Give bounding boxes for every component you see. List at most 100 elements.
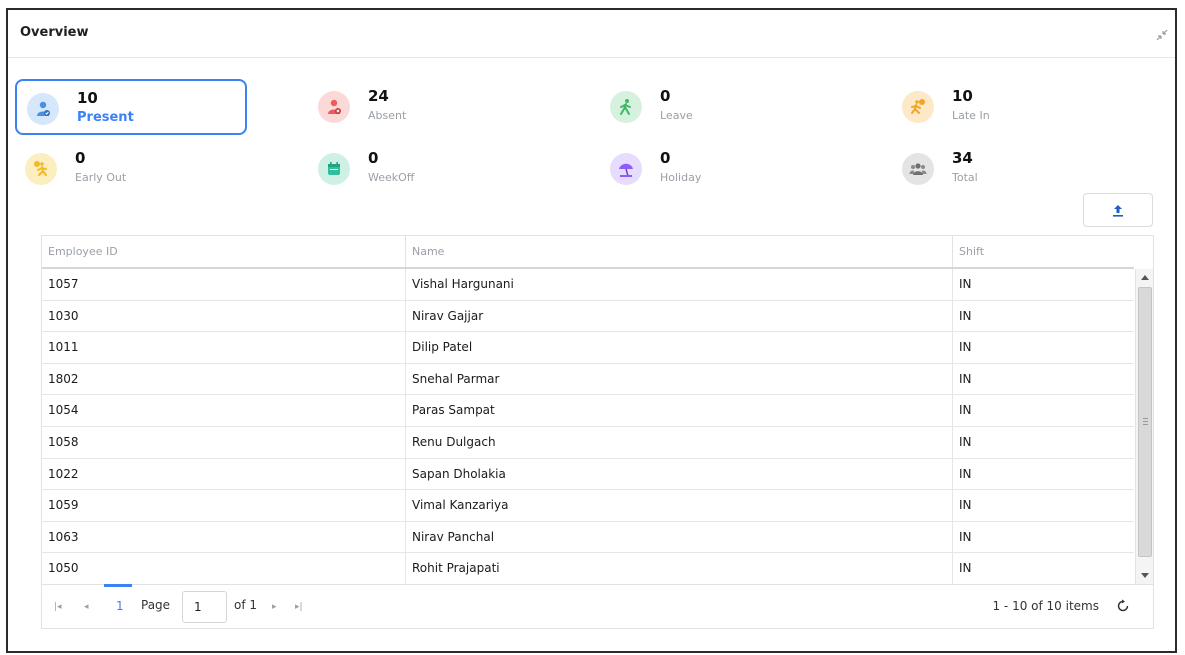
employee-id-cell: 1030 <box>42 300 406 332</box>
previous-page-icon[interactable]: ◂ <box>84 602 89 612</box>
absent-label: Absent <box>368 109 407 122</box>
page-number-input[interactable]: 1 <box>182 591 227 623</box>
holiday-count: 0 <box>660 149 671 167</box>
upload-icon <box>1113 205 1123 217</box>
shift-cell: IN <box>959 340 972 355</box>
present-count: 10 <box>77 89 98 107</box>
weekoff-label: WeekOff <box>368 171 415 184</box>
employee-grid: Employee ID Name Shift 1057 Vishal Hargu… <box>41 235 1154 629</box>
user-x-icon <box>318 91 350 123</box>
employee-id-cell: 1050 <box>42 553 406 584</box>
leave-label: Leave <box>660 109 693 122</box>
shift-cell: IN <box>959 435 972 449</box>
employee-id-cell: 1057 <box>42 269 406 300</box>
name-cell: Vimal Kanzariya <box>406 490 953 522</box>
table-row[interactable]: 1059 Vimal Kanzariya IN <box>42 490 1134 522</box>
table-row[interactable]: 1054 Paras Sampat IN <box>42 395 1134 427</box>
table-row[interactable]: 1022 Sapan Dholakia IN <box>42 458 1134 491</box>
name-cell: Sapan Dholakia <box>406 458 953 490</box>
shift-cell: IN <box>959 529 972 544</box>
refresh-icon[interactable] <box>1116 599 1130 613</box>
present-label: Present <box>77 110 134 125</box>
user-check-icon <box>27 93 59 125</box>
total-label: Total <box>952 171 978 184</box>
employee-id-cell: 1058 <box>42 427 406 458</box>
group-icon <box>902 153 934 185</box>
grid-body: 1057 Vishal Hargunani IN 1030 Nirav Gajj… <box>42 269 1134 584</box>
overview-panel: Overview 10 Present 24 Absent 0 Leave 10… <box>6 8 1177 653</box>
scroll-down-icon[interactable] <box>1141 573 1149 578</box>
panel-title: Overview <box>20 25 89 40</box>
running-person-icon <box>902 91 934 123</box>
table-row[interactable]: 1802 Snehal Parmar IN <box>42 363 1134 396</box>
current-page-button[interactable]: 1 <box>116 599 124 613</box>
employee-id-cell: 1063 <box>42 521 406 553</box>
shift-cell: IN <box>959 277 972 291</box>
table-row[interactable]: 1058 Renu Dulgach IN <box>42 427 1134 459</box>
calendar-icon <box>318 153 350 185</box>
name-cell: Renu Dulgach <box>406 427 953 458</box>
scroll-up-icon[interactable] <box>1141 275 1149 280</box>
table-row[interactable]: 1030 Nirav Gajjar IN <box>42 300 1134 333</box>
scroll-thumb[interactable] <box>1138 287 1152 557</box>
absent-count: 24 <box>368 87 389 105</box>
export-button[interactable] <box>1083 193 1153 227</box>
summary-card-total[interactable]: 34 Total <box>892 141 1124 197</box>
name-cell: Nirav Panchal <box>406 521 953 553</box>
items-summary: 1 - 10 of 10 items <box>992 599 1099 613</box>
vertical-scrollbar[interactable] <box>1135 269 1153 584</box>
panel-header: Overview <box>8 10 1175 58</box>
column-header-shift[interactable]: Shift <box>953 236 1134 267</box>
page-count-label: of 1 <box>234 598 258 612</box>
early-out-count: 0 <box>75 149 86 167</box>
employee-id-cell: 1022 <box>42 458 406 490</box>
next-page-icon[interactable]: ▸ <box>272 602 277 612</box>
table-row[interactable]: 1057 Vishal Hargunani IN <box>42 269 1134 301</box>
first-page-icon[interactable]: |◂ <box>54 602 62 612</box>
summary-card-holiday[interactable]: 0 Holiday <box>600 141 832 197</box>
late-in-label: Late In <box>952 109 990 122</box>
beach-umbrella-icon <box>610 153 642 185</box>
column-header-employee-id[interactable]: Employee ID <box>42 236 406 267</box>
table-row[interactable]: 1011 Dilip Patel IN <box>42 332 1134 364</box>
total-count: 34 <box>952 149 973 167</box>
summary-card-early-out[interactable]: 0 Early Out <box>15 141 247 197</box>
summary-card-leave[interactable]: 0 Leave <box>600 79 832 135</box>
shift-cell: IN <box>959 371 972 386</box>
summary-card-late-in[interactable]: 10 Late In <box>892 79 1124 135</box>
shift-cell: IN <box>959 498 972 513</box>
summary-card-weekoff[interactable]: 0 WeekOff <box>308 141 540 197</box>
shift-cell: IN <box>959 466 972 481</box>
employee-id-cell: 1802 <box>42 363 406 395</box>
table-row[interactable]: 1063 Nirav Panchal IN <box>42 521 1134 554</box>
employee-id-cell: 1059 <box>42 490 406 522</box>
early-out-label: Early Out <box>75 171 127 184</box>
name-cell: Rohit Prajapati <box>406 553 953 584</box>
late-in-count: 10 <box>952 87 973 105</box>
collapse-icon[interactable] <box>1155 28 1169 42</box>
running-out-icon <box>25 153 57 185</box>
name-cell: Paras Sampat <box>406 395 953 427</box>
page-label: Page <box>141 598 171 612</box>
pager: |◂ ◂ 1 Page 1 of 1 ▸ ▸| 1 - 10 of 10 ite… <box>42 584 1153 628</box>
name-cell: Snehal Parmar <box>406 363 953 395</box>
shift-cell: IN <box>959 308 972 323</box>
summary-card-absent[interactable]: 24 Absent <box>308 79 540 135</box>
employee-id-cell: 1011 <box>42 332 406 364</box>
table-row[interactable]: 1050 Rohit Prajapati IN <box>42 553 1134 584</box>
holiday-label: Holiday <box>660 171 702 184</box>
leave-count: 0 <box>660 87 671 105</box>
grid-header: Employee ID Name Shift <box>42 236 1134 269</box>
walking-person-icon <box>610 91 642 123</box>
summary-card-present[interactable]: 10 Present <box>15 79 247 135</box>
name-cell: Dilip Patel <box>406 332 953 364</box>
shift-cell: IN <box>959 561 972 576</box>
shift-cell: IN <box>959 403 972 418</box>
name-cell: Vishal Hargunani <box>406 269 953 300</box>
weekoff-count: 0 <box>368 149 379 167</box>
column-header-name[interactable]: Name <box>406 236 953 267</box>
last-page-icon[interactable]: ▸| <box>295 602 303 612</box>
employee-id-cell: 1054 <box>42 395 406 427</box>
grip-icon <box>1143 418 1148 425</box>
name-cell: Nirav Gajjar <box>406 300 953 332</box>
